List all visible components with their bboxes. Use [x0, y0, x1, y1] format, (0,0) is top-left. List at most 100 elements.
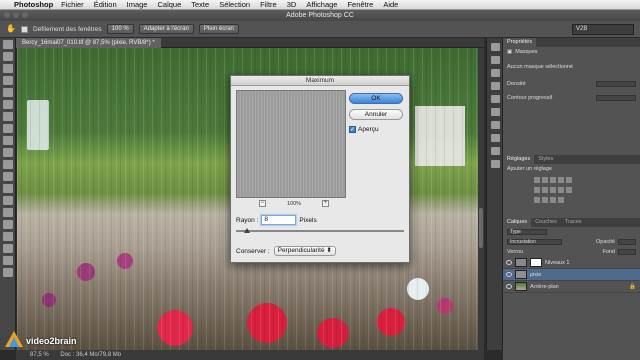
menu-fenetre[interactable]: Fenêtre	[347, 0, 373, 9]
layer-kind-filter[interactable]: Type	[507, 229, 547, 235]
exposure-adjust-icon[interactable]	[558, 177, 564, 183]
curves-adjust-icon[interactable]	[550, 177, 556, 183]
scroll-all-checkbox[interactable]	[21, 25, 28, 33]
vibrance-adjust-icon[interactable]	[566, 177, 572, 183]
quick-select-tool-icon[interactable]	[3, 76, 13, 85]
color-balance-adjust-icon[interactable]	[542, 187, 548, 193]
scroll-thumb[interactable]	[479, 208, 483, 248]
move-tool-icon[interactable]	[3, 40, 13, 49]
info-panel-icon[interactable]	[491, 121, 500, 129]
add-adjustment-row: Ajouter un réglage	[503, 164, 640, 174]
status-zoom[interactable]: 87,5 %	[30, 352, 49, 358]
gradient-map-adjust-icon[interactable]	[558, 197, 564, 203]
zoom-out-button[interactable]: −	[259, 200, 266, 207]
threshold-adjust-icon[interactable]	[550, 197, 556, 203]
clone-source-panel-icon[interactable]	[491, 82, 500, 90]
eraser-tool-icon[interactable]	[3, 160, 13, 169]
radius-slider-knob[interactable]	[244, 228, 250, 233]
gradient-tool-icon[interactable]	[3, 172, 13, 181]
menu-calque[interactable]: Calque	[157, 0, 181, 9]
menu-aide[interactable]: Aide	[383, 0, 398, 9]
tab-properties[interactable]: Propriétés	[503, 38, 537, 47]
type-tool-icon[interactable]	[3, 220, 13, 229]
channel-mixer-adjust-icon[interactable]	[566, 187, 572, 193]
blend-mode-select[interactable]: Incrustation	[507, 239, 562, 245]
tab-layers[interactable]: Calques	[503, 218, 532, 227]
hand-tool-icon-2[interactable]	[3, 256, 13, 265]
bw-adjust-icon[interactable]	[550, 187, 556, 193]
blur-tool-icon[interactable]	[3, 184, 13, 193]
layer-mask-thumb[interactable]	[530, 258, 542, 267]
tab-styles[interactable]: Styles	[534, 155, 557, 164]
preview-toggle[interactable]: ✓ Aperçu	[349, 126, 379, 133]
tab-channels[interactable]: Couches	[531, 218, 561, 227]
preview-checkbox[interactable]: ✓	[349, 126, 356, 133]
eyedropper-tool-icon[interactable]	[3, 100, 13, 109]
radius-slider[interactable]	[236, 228, 404, 233]
photo-filter-adjust-icon[interactable]	[558, 187, 564, 193]
color-panel-icon[interactable]	[491, 134, 500, 142]
menu-edition[interactable]: Édition	[94, 0, 117, 9]
brush-panel-icon[interactable]	[491, 69, 500, 77]
fit-screen-button[interactable]: Adapter à l'écran	[138, 24, 194, 34]
eye-icon[interactable]	[506, 284, 512, 289]
invert-adjust-icon[interactable]	[534, 197, 540, 203]
menu-3d[interactable]: 3D	[287, 0, 297, 9]
canvas-vertical-scrollbar[interactable]	[478, 48, 484, 350]
filter-preview[interactable]	[236, 90, 346, 198]
eye-icon[interactable]	[506, 260, 512, 265]
menu-image[interactable]: Image	[127, 0, 148, 9]
brush-tool-icon[interactable]	[3, 124, 13, 133]
hue-adjust-icon[interactable]	[534, 187, 540, 193]
layer-row[interactable]: Arrière-plan 🔒	[503, 281, 640, 293]
character-panel-icon[interactable]	[491, 95, 500, 103]
menu-selection[interactable]: Sélection	[219, 0, 250, 9]
healing-tool-icon[interactable]	[3, 112, 13, 121]
layer-row[interactable]: Niveaux 1	[503, 257, 640, 269]
zoom-100-button[interactable]: 100 %	[106, 24, 134, 34]
hand-tool-icon[interactable]: ✋	[6, 24, 16, 34]
document-tab[interactable]: Bercy_16mai07_010.tif @ 87,5% (pixie, RV…	[16, 38, 161, 48]
ok-button[interactable]: OK	[349, 93, 403, 104]
stamp-tool-icon[interactable]	[3, 136, 13, 145]
history-panel-icon[interactable]	[491, 43, 500, 51]
menu-texte[interactable]: Texte	[191, 0, 209, 9]
history-brush-tool-icon[interactable]	[3, 148, 13, 157]
levels-adjust-icon[interactable]	[542, 177, 548, 183]
radius-input[interactable]: 8	[261, 215, 297, 225]
layer-row[interactable]: pixie	[503, 269, 640, 281]
preserve-select[interactable]: Perpendicularité ⬍	[273, 246, 336, 256]
posterize-adjust-icon[interactable]	[542, 197, 548, 203]
zoom-tool-icon[interactable]	[3, 268, 13, 277]
menu-app[interactable]: Photoshop	[14, 0, 53, 9]
marquee-tool-icon[interactable]	[3, 52, 13, 61]
dodge-tool-icon[interactable]	[3, 196, 13, 205]
paragraph-panel-icon[interactable]	[491, 108, 500, 116]
zoom-window-icon[interactable]	[22, 12, 28, 18]
lasso-tool-icon[interactable]	[3, 64, 13, 73]
close-window-icon[interactable]	[4, 12, 10, 18]
menu-fichier[interactable]: Fichier	[61, 0, 84, 9]
crop-tool-icon[interactable]	[3, 88, 13, 97]
eye-icon[interactable]	[506, 272, 512, 277]
swatches-panel-icon[interactable]	[491, 147, 500, 155]
tab-adjustments[interactable]: Réglages	[503, 155, 535, 164]
fill-field[interactable]	[618, 249, 636, 255]
fill-screen-button[interactable]: Plein écran	[198, 24, 239, 34]
shape-tool-icon[interactable]	[3, 244, 13, 253]
workspace-select[interactable]: V2B	[572, 23, 634, 35]
zoom-in-button[interactable]: +	[321, 200, 329, 207]
opacity-field[interactable]	[618, 239, 636, 245]
tab-paths[interactable]: Tracés	[561, 218, 586, 227]
path-select-tool-icon[interactable]	[3, 232, 13, 241]
brightness-adjust-icon[interactable]	[534, 177, 540, 183]
actions-panel-icon[interactable]	[491, 56, 500, 64]
cancel-button[interactable]: Annuler	[349, 109, 403, 120]
feather-field[interactable]	[596, 95, 636, 101]
pen-tool-icon[interactable]	[3, 208, 13, 217]
menu-affichage[interactable]: Affichage	[306, 0, 337, 9]
minimize-window-icon[interactable]	[13, 12, 19, 18]
density-field[interactable]	[596, 81, 636, 87]
navigator-panel-icon[interactable]	[491, 160, 500, 168]
menu-filtre[interactable]: Filtre	[260, 0, 277, 9]
